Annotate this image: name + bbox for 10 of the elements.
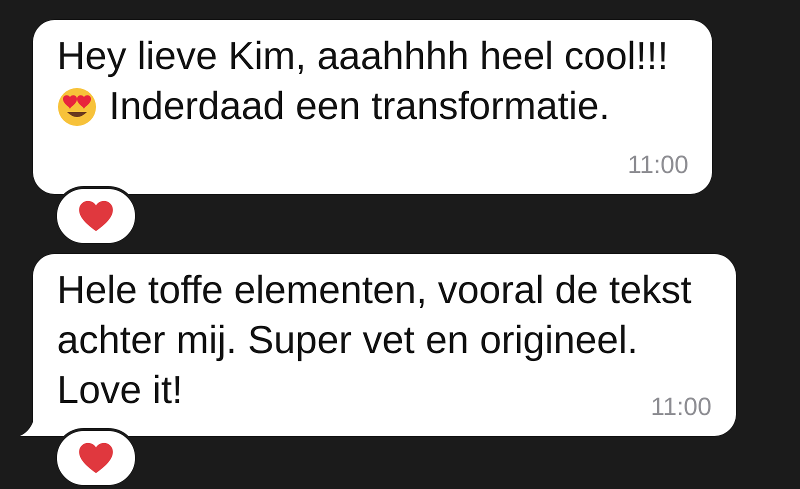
heart-icon bbox=[78, 442, 114, 474]
message-text: Hey lieve Kim, aaahhhh heel cool!!! bbox=[57, 34, 668, 80]
message-time: 11:00 bbox=[628, 150, 688, 180]
message-text: Hele toffe elementen, vooral de tekst bbox=[57, 268, 692, 314]
message-time: 11:00 bbox=[650, 392, 712, 422]
message-text: achter mij. Super vet en origineel. bbox=[57, 318, 638, 364]
heart-icon bbox=[78, 200, 114, 232]
message-text: Love it! bbox=[57, 368, 183, 414]
message-text: Inderdaad een transformatie. bbox=[109, 84, 610, 130]
heart-eyes-emoji-icon bbox=[57, 87, 97, 127]
